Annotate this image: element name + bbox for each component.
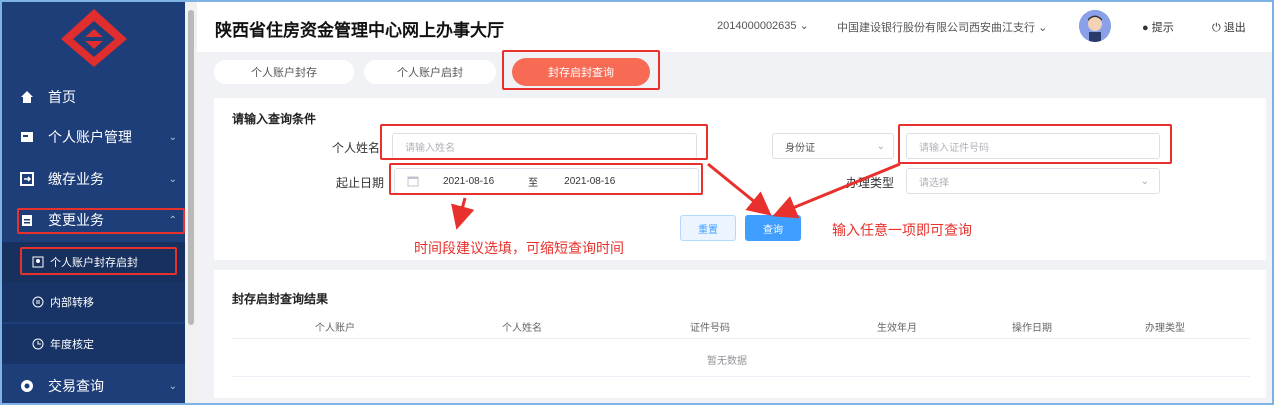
arrow-name-to-search: [707, 162, 772, 216]
arrow-id-to-search: [772, 162, 901, 219]
table-header: 个人姓名: [502, 323, 542, 334]
app-root: { "app":{"title":"陕西省住房资金管理中心网上办事大厅"}, "…: [0, 0, 1274, 405]
table-header: 生效年月: [877, 323, 917, 334]
arrow-to-date-tip: [451, 197, 475, 230]
table-divider: [232, 376, 1250, 377]
results-title: 封存启封查询结果: [232, 292, 329, 306]
table-divider: [232, 338, 1250, 339]
results-panel: [214, 270, 1266, 398]
date-tip-annotation: 时间段建议选填，可缩短查询时间: [414, 240, 624, 256]
table-header: 个人账户: [315, 323, 355, 334]
table-header: 证件号码: [690, 323, 730, 334]
table-header: 办理类型: [1145, 323, 1185, 334]
table-header: 操作日期: [1012, 323, 1052, 334]
empty-table-text: 暂无数据: [707, 356, 747, 367]
any-field-annotation: 输入任意一项即可查询: [832, 222, 972, 238]
